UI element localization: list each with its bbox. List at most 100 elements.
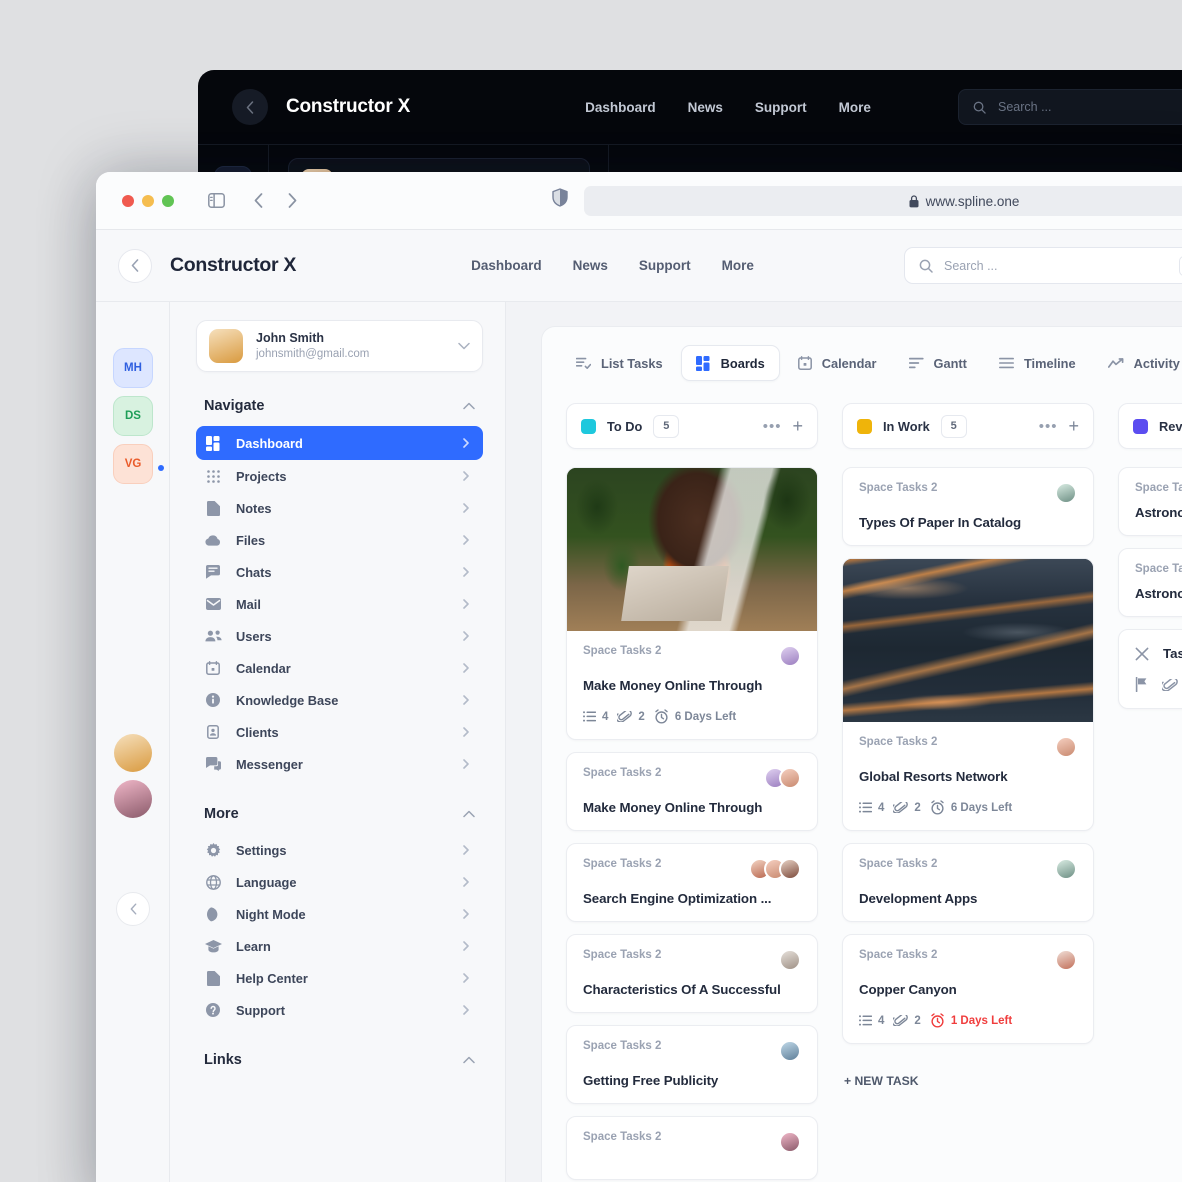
chat-icon xyxy=(204,563,222,581)
subtasks-meta: 4 xyxy=(583,711,608,723)
url-bar[interactable]: www.spline.one xyxy=(584,186,1182,216)
sidebar-item-label: Notes xyxy=(236,500,272,516)
sidebar-item-users[interactable]: Users xyxy=(196,620,483,652)
sidebar-item-projects[interactable]: Projects xyxy=(196,460,483,492)
task-card[interactable]: Space Tasks 2 Types Of Paper In Catalog xyxy=(842,467,1094,546)
column-header: In Work 5 ••• + xyxy=(842,403,1094,449)
task-card[interactable]: Space Tasks 2 Getting Free Publicity xyxy=(566,1025,818,1104)
tab-calendar[interactable]: Calendar xyxy=(784,345,891,381)
tab-list-tasks[interactable]: List Tasks xyxy=(562,345,677,381)
task-card[interactable]: Space Tasks 2 Make Money Online Through xyxy=(566,467,818,740)
sidebar-section-more-header[interactable]: More xyxy=(196,780,483,834)
task-card[interactable]: Space Tasks 2 Global Resorts Network 4 2… xyxy=(842,558,1094,831)
nav-item-support[interactable]: Support xyxy=(639,258,691,273)
plus-icon[interactable]: + xyxy=(1068,416,1079,437)
sidebar-item-mail[interactable]: Mail xyxy=(196,588,483,620)
ellipsis-icon[interactable]: ••• xyxy=(763,419,782,434)
sidebar-toggle-icon[interactable] xyxy=(202,187,230,215)
rail-avatar[interactable] xyxy=(114,780,152,818)
search-input[interactable]: Search ... ⌘K xyxy=(904,247,1182,284)
sidebar-item-files[interactable]: Files xyxy=(196,524,483,556)
board-column-in-work: In Work 5 ••• + Space Tasks 2 Types Of P… xyxy=(842,403,1094,1180)
sidebar-item-notes[interactable]: Notes xyxy=(196,492,483,524)
task-card-compose[interactable]: Task xyxy=(1118,629,1182,709)
task-card[interactable]: Space Tasks 2 Characteristics Of A Succe… xyxy=(566,934,818,1013)
shield-icon[interactable] xyxy=(552,188,568,207)
task-card-tag: Space Tasks 2 xyxy=(583,767,662,779)
attachments-meta: 2 xyxy=(893,802,921,814)
task-card[interactable]: Space Tasks 2 Copper Canyon 4 2 1 Days L… xyxy=(842,934,1094,1044)
sidebar-item-support[interactable]: Support xyxy=(196,994,483,1026)
chevron-down-icon[interactable] xyxy=(458,342,470,350)
chevron-up-icon[interactable] xyxy=(463,1056,475,1064)
sidebar-collapse-button[interactable] xyxy=(116,892,150,926)
sidebar-item-settings[interactable]: Settings xyxy=(196,834,483,866)
task-card-body: Space Tasks 2 Global Resorts Network 4 2… xyxy=(843,722,1093,830)
background-back-button[interactable] xyxy=(232,89,268,125)
chevron-up-icon[interactable] xyxy=(463,402,475,410)
sidebar-item-messenger[interactable]: Messenger xyxy=(196,748,483,780)
chevron-right-icon xyxy=(463,631,469,641)
new-task-button[interactable]: + NEW TASK xyxy=(842,1074,1094,1088)
close-window-button[interactable] xyxy=(122,194,134,207)
sidebar-section-navigate-header[interactable]: Navigate xyxy=(196,372,483,426)
task-compose-body: Task xyxy=(1119,630,1182,708)
task-card-body: Space Tasks 2 Getting Free Publicity xyxy=(567,1026,817,1103)
profile-card[interactable]: John Smith johnsmith@gmail.com xyxy=(196,320,483,372)
background-nav-item[interactable]: More xyxy=(839,100,871,115)
sidebar-item-clients[interactable]: Clients xyxy=(196,716,483,748)
paperclip-icon xyxy=(893,1015,909,1026)
sidebar-item-night-mode[interactable]: Night Mode xyxy=(196,898,483,930)
tab-timeline[interactable]: Timeline xyxy=(985,345,1090,381)
tab-gantt[interactable]: Gantt xyxy=(895,345,981,381)
task-compose-actions xyxy=(1135,677,1182,692)
task-card-body: Space Tasks 2 Types Of Paper In Catalog xyxy=(843,468,1093,545)
browser-back-button[interactable] xyxy=(244,187,272,215)
browser-forward-button[interactable] xyxy=(278,187,306,215)
chevron-up-icon[interactable] xyxy=(463,810,475,818)
task-card-title: Astronomy xyxy=(1135,586,1182,601)
task-card[interactable]: Space Tasks 2 Search Engine Optimization… xyxy=(566,843,818,922)
rail-initials: MH xyxy=(124,362,142,374)
minimize-window-button[interactable] xyxy=(142,194,154,207)
task-card[interactable]: Space Tasks 2 Astronomy xyxy=(1118,548,1182,617)
maximize-window-button[interactable] xyxy=(162,194,174,207)
nav-item-more[interactable]: More xyxy=(722,258,754,273)
sidebar-item-calendar[interactable]: Calendar xyxy=(196,652,483,684)
app-back-button[interactable] xyxy=(118,248,152,283)
cloud-icon xyxy=(204,531,222,549)
background-nav-item[interactable]: Dashboard xyxy=(585,100,656,115)
due-meta: 6 Days Left xyxy=(654,709,736,724)
sidebar-item-learn[interactable]: Learn xyxy=(196,930,483,962)
background-nav-item[interactable]: Support xyxy=(755,100,807,115)
flag-icon[interactable] xyxy=(1135,677,1148,692)
task-card[interactable]: Space Tasks 2 xyxy=(566,1116,818,1180)
sidebar-item-dashboard[interactable]: Dashboard xyxy=(196,426,483,460)
ellipsis-icon[interactable]: ••• xyxy=(1039,419,1058,434)
sidebar-item-knowledge-base[interactable]: Knowledge Base xyxy=(196,684,483,716)
task-card[interactable]: Space Tasks 2 Astronomy xyxy=(1118,467,1182,536)
rail-avatar[interactable] xyxy=(114,734,152,772)
nav-item-dashboard[interactable]: Dashboard xyxy=(471,258,542,273)
plus-icon[interactable]: + xyxy=(792,416,803,437)
paperclip-icon[interactable] xyxy=(1162,678,1178,691)
background-search-input[interactable]: Search ... xyxy=(958,89,1182,125)
sidebar-section-links-header[interactable]: Links xyxy=(196,1026,483,1080)
rail-workspace-ds[interactable]: DS xyxy=(113,396,153,436)
task-card-tag: Space Tasks 2 xyxy=(859,736,938,748)
rail-workspace-vg[interactable]: VG xyxy=(113,444,153,484)
task-card[interactable]: Space Tasks 2 Make Money Online Through xyxy=(566,752,818,831)
task-card[interactable]: Space Tasks 2 Development Apps xyxy=(842,843,1094,922)
close-icon[interactable] xyxy=(1135,647,1149,661)
sidebar-item-language[interactable]: Language xyxy=(196,866,483,898)
rail-workspace-mh[interactable]: MH xyxy=(113,348,153,388)
nav-item-news[interactable]: News xyxy=(573,258,608,273)
task-card-top: Space Tasks 2 xyxy=(1135,482,1182,494)
sidebar-item-help-center[interactable]: Help Center xyxy=(196,962,483,994)
sidebar-item-chats[interactable]: Chats xyxy=(196,556,483,588)
browser-window: www.spline.one Constructor X Dashboard N… xyxy=(96,172,1182,1182)
background-nav-item[interactable]: News xyxy=(688,100,723,115)
tab-activity[interactable]: Activity xyxy=(1094,345,1182,381)
tab-boards[interactable]: Boards xyxy=(680,345,780,381)
task-card-title: Copper Canyon xyxy=(859,982,957,997)
